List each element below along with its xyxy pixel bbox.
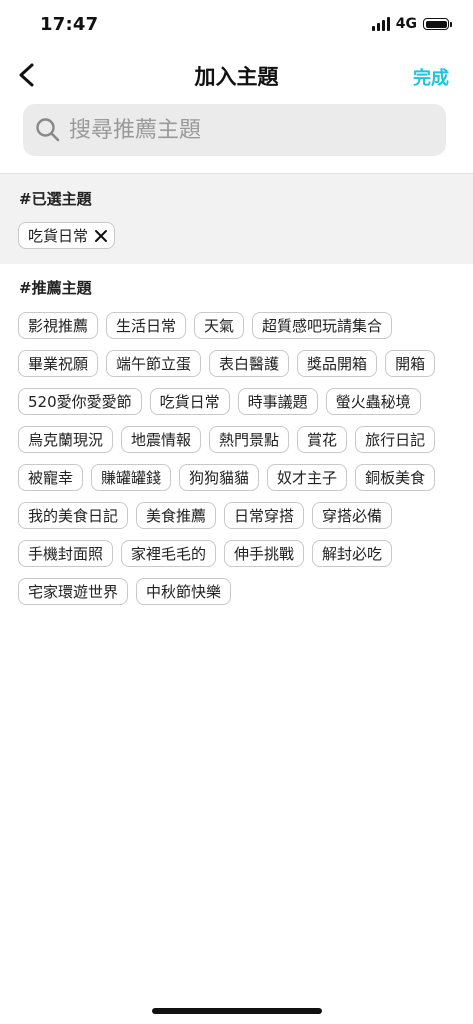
selected-topics-list: 吃貨日常: [18, 222, 116, 249]
recommended-topic-tag[interactable]: 伸手挑戰: [224, 540, 305, 567]
recommended-topic-tag[interactable]: 烏克蘭現況: [18, 426, 114, 453]
recommended-topic-tag[interactable]: 家裡毛毛的: [121, 540, 217, 567]
recommended-topic-tag[interactable]: 手機封面照: [18, 540, 114, 567]
recommended-topics-list: 影視推薦 生活日常 天氣 超質感吧玩請集合畢業祝願 端午節立蛋 表白醫護 獎品開箱 開箱 520…: [18, 312, 458, 605]
recommended-topic-tag[interactable]: 地震情報: [121, 426, 202, 453]
status-time: 17:47: [40, 14, 99, 35]
recommended-topic-tag[interactable]: 時事議題: [237, 388, 318, 415]
home-indicator: [152, 1008, 322, 1014]
recommended-topic-tag[interactable]: 穿搭必備: [312, 502, 393, 529]
status-indicators: 4G: [371, 16, 452, 32]
recommended-topic-tag[interactable]: 獎品開箱: [297, 350, 378, 377]
recommended-topic-tag[interactable]: 螢火蟲秘境: [325, 388, 421, 415]
recommended-topic-tag[interactable]: 超質感吧玩請集合: [252, 312, 393, 339]
recommended-topic-tag[interactable]: 生活日常: [106, 312, 187, 339]
recommended-topics-heading: #推薦主題: [19, 279, 92, 297]
network-type: 4G: [395, 16, 417, 32]
status-bar: 17:47 4G: [0, 0, 473, 50]
recommended-topic-tag[interactable]: 宅家環遊世界: [18, 578, 129, 605]
search-input[interactable]: [67, 116, 431, 144]
search-icon: [36, 118, 60, 142]
recommended-topic-tag[interactable]: 美食推薦: [136, 502, 217, 529]
recommended-topic-tag[interactable]: 畢業祝願: [18, 350, 99, 377]
recommended-topic-tag[interactable]: 我的美食日記: [18, 502, 129, 529]
signal-icon: [371, 17, 390, 31]
selected-topic-tag[interactable]: 吃貨日常: [18, 222, 116, 249]
selected-topics-section: #已選主題 吃貨日常: [0, 173, 473, 264]
close-icon[interactable]: [94, 229, 108, 243]
nav-bar: 加入主題 完成: [0, 52, 473, 98]
recommended-topic-tag[interactable]: 解封必吃: [312, 540, 393, 567]
recommended-topic-tag[interactable]: 開箱: [385, 350, 436, 377]
recommended-topic-tag[interactable]: 表白醫護: [209, 350, 290, 377]
recommended-topic-tag[interactable]: 被寵幸: [18, 464, 84, 491]
recommended-topic-tag[interactable]: 旅行日記: [355, 426, 436, 453]
recommended-topic-tag[interactable]: 奴才主子: [267, 464, 348, 491]
page-title: 加入主題: [194, 65, 279, 89]
recommended-topic-tag[interactable]: 銅板美食: [355, 464, 436, 491]
recommended-topic-tag[interactable]: 中秋節快樂: [136, 578, 232, 605]
battery-icon: [423, 18, 452, 30]
selected-topics-heading: #已選主題: [19, 190, 92, 208]
recommended-topic-tag[interactable]: 狗狗貓貓: [179, 464, 260, 491]
recommended-topic-tag[interactable]: 天氣: [194, 312, 245, 339]
recommended-topic-tag[interactable]: 賺罐罐錢: [91, 464, 172, 491]
search-bar[interactable]: [23, 104, 446, 156]
recommended-topic-tag[interactable]: 賞花: [297, 426, 348, 453]
recommended-topic-tag[interactable]: 日常穿搭: [224, 502, 305, 529]
recommended-topic-tag[interactable]: 吃貨日常: [149, 388, 230, 415]
recommended-topic-tag[interactable]: 影視推薦: [18, 312, 99, 339]
selected-topic-label: 吃貨日常: [28, 227, 89, 245]
recommended-topic-tag[interactable]: 熱門景點: [209, 426, 290, 453]
done-button[interactable]: 完成: [413, 64, 449, 90]
recommended-topic-tag[interactable]: 520愛你愛愛節: [18, 388, 142, 415]
recommended-topic-tag[interactable]: 端午節立蛋: [106, 350, 202, 377]
